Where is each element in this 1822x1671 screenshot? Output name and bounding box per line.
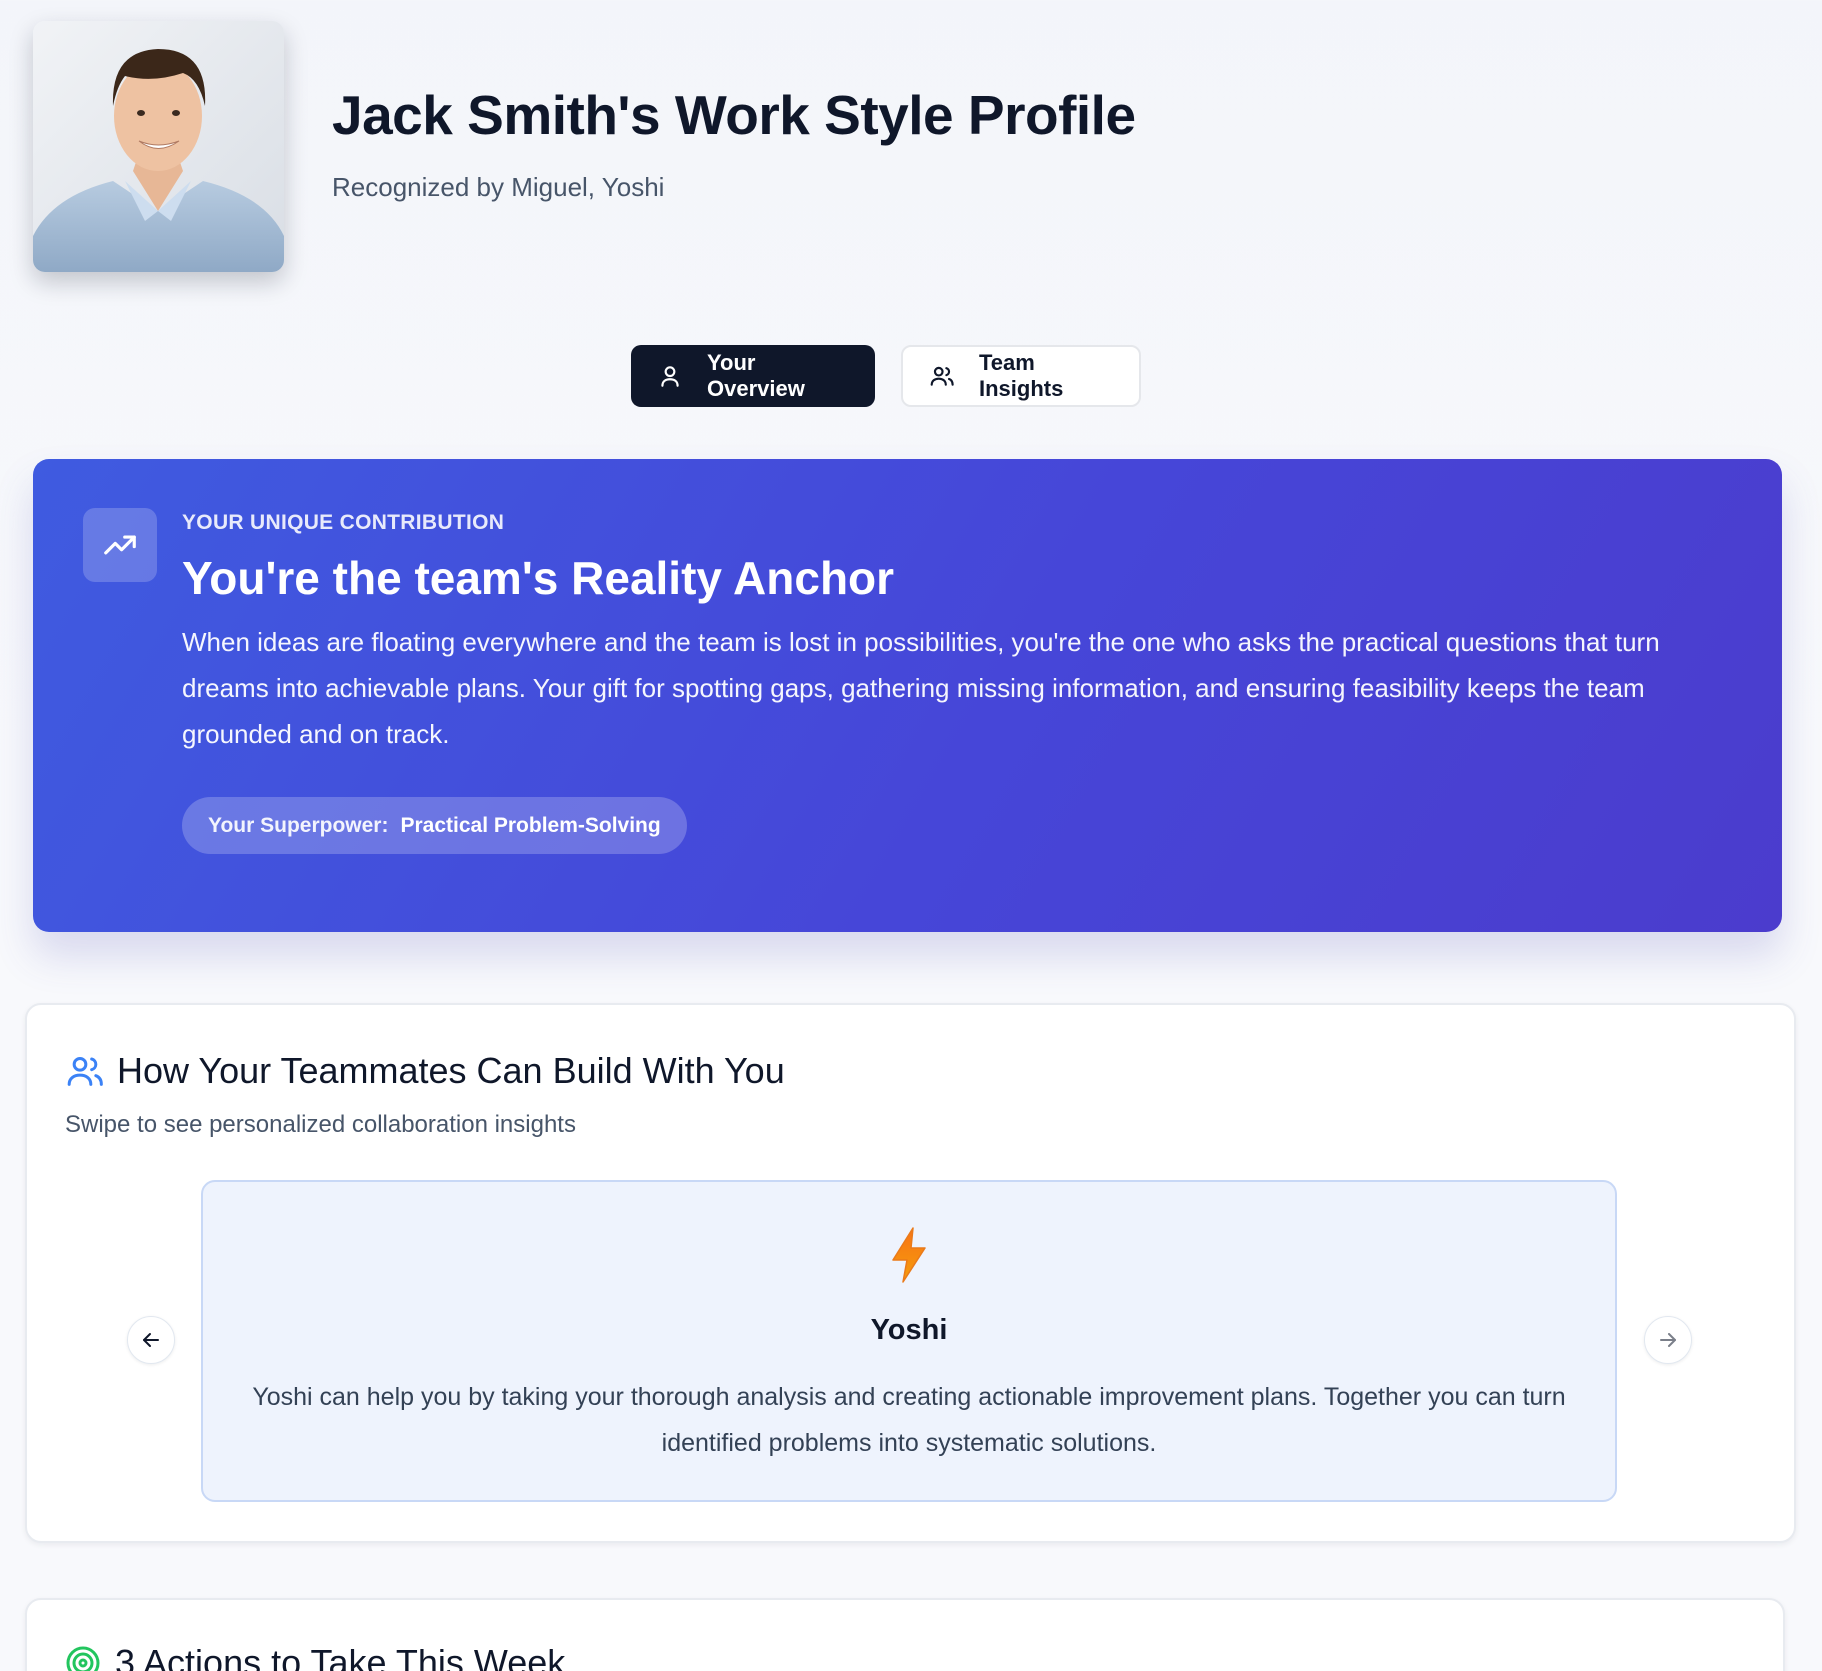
tab-your-overview[interactable]: Your Overview	[631, 345, 875, 407]
users-icon	[65, 1051, 105, 1091]
arrow-left-icon	[143, 1333, 159, 1347]
teammates-subtitle: Swipe to see personalized collaboration …	[65, 1111, 576, 1138]
tab-team-insights[interactable]: Team Insights	[901, 345, 1141, 407]
recognized-by-text: Recognized by Miguel, Yoshi	[332, 171, 665, 202]
superpower-label: Your Superpower:	[208, 813, 389, 837]
teammate-slide: Yoshi Yoshi can help you by taking your …	[201, 1180, 1617, 1502]
contribution-description: When ideas are floating everywhere and t…	[182, 627, 1660, 749]
avatar	[33, 21, 284, 272]
user-icon	[657, 363, 683, 389]
actions-title: 3 Actions to Take This Week	[115, 1642, 566, 1671]
teammates-card: How Your Teammates Can Build With You Sw…	[25, 1003, 1796, 1543]
unique-contribution-card: YOUR UNIQUE CONTRIBUTION You're the team…	[33, 459, 1782, 932]
page-title: Jack Smith's Work Style Profile	[332, 84, 1136, 146]
arrow-right-icon	[1660, 1333, 1676, 1347]
tab-label: Team Insights	[979, 350, 1064, 401]
users-icon	[929, 363, 955, 389]
lightning-bolt-icon	[889, 1226, 929, 1284]
tab-label: Your Overview	[707, 350, 805, 401]
superpower-value: Practical Problem-Solving	[400, 813, 661, 837]
actions-card: 3 Actions to Take This Week	[25, 1598, 1785, 1671]
carousel-prev-button[interactable]	[127, 1316, 175, 1364]
trending-up-icon	[83, 508, 157, 582]
superpower-badge: Your Superpower: Practical Problem-Solvi…	[182, 797, 687, 854]
tab-bar: Your Overview Team Insights	[0, 345, 1822, 407]
contribution-eyebrow: YOUR UNIQUE CONTRIBUTION	[182, 511, 505, 534]
target-icon	[65, 1645, 101, 1671]
teammate-name: Yoshi	[870, 1314, 948, 1346]
profile-header: Jack Smith's Work Style Profile Recogniz…	[33, 21, 1136, 272]
contribution-title: You're the team's Reality Anchor	[182, 552, 895, 604]
teammate-insight: Yoshi can help you by taking your thorou…	[252, 1383, 1566, 1457]
teammates-title: How Your Teammates Can Build With You	[117, 1050, 785, 1091]
profile-photo	[33, 21, 284, 272]
carousel-next-button[interactable]	[1644, 1316, 1692, 1364]
